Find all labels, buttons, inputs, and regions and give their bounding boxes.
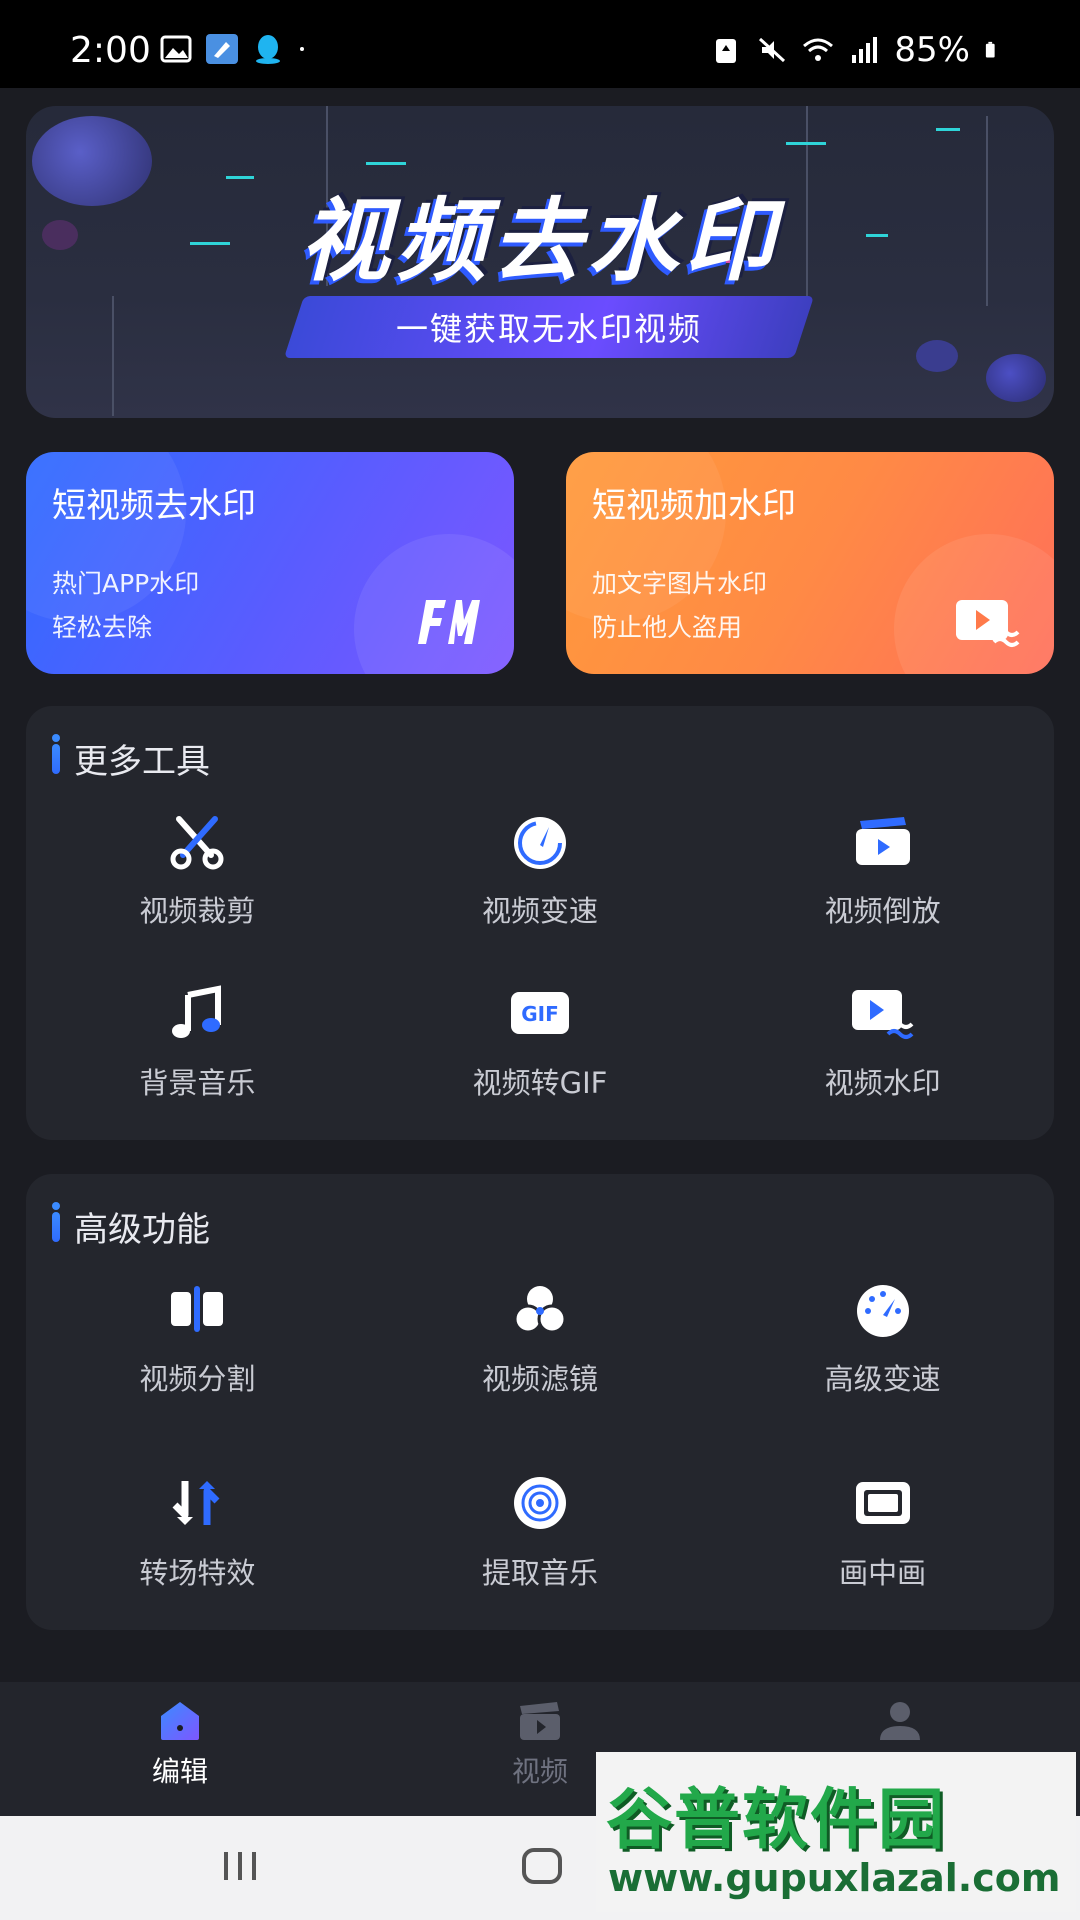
battery-icon xyxy=(985,41,995,58)
tool-label: 视频转GIF xyxy=(472,1066,608,1100)
tool-grid: 视频裁剪 视频变速 视频倒放 背景音乐 GIF 视频转GIF 视频水印 xyxy=(26,806,1054,1150)
tool-video-filter[interactable]: 视频滤镜 xyxy=(369,1274,712,1468)
tool-picture-in-picture[interactable]: 画中画 xyxy=(711,1468,1054,1662)
filter-icon xyxy=(505,1274,575,1344)
section-header: 更多工具 xyxy=(52,733,210,783)
status-bar: 2:00 85% xyxy=(0,0,1080,88)
picture-in-picture-icon xyxy=(848,1468,918,1538)
qq-icon xyxy=(256,35,280,64)
recent-apps-icon[interactable] xyxy=(220,1846,260,1886)
nav-label: 视频 xyxy=(511,1755,568,1788)
section-title: 高级功能 xyxy=(74,1210,210,1250)
banner-dash xyxy=(366,162,406,165)
tool-label: 背景音乐 xyxy=(139,1066,256,1100)
fm-logo-icon xyxy=(418,600,480,644)
banner-line xyxy=(112,296,114,416)
card-desc-line2: 防止他人盗用 xyxy=(592,613,743,642)
banner-dash xyxy=(786,142,826,145)
tool-grid: 视频分割 视频滤镜 高级变速 转场特效 提取音乐 画中画 xyxy=(26,1274,1054,1662)
card-desc-line2: 轻松去除 xyxy=(52,613,153,642)
tool-label: 视频变速 xyxy=(481,894,598,928)
rewind-play-icon xyxy=(848,806,918,876)
tool-video-trim[interactable]: 视频裁剪 xyxy=(26,806,369,978)
status-time: 2:00 xyxy=(70,30,151,71)
home-icon xyxy=(161,1702,199,1740)
tool-label: 画中画 xyxy=(839,1556,927,1590)
tool-label: 视频倒放 xyxy=(824,894,941,928)
site-watermark: 谷普软件园 www.gupuxlazal.com xyxy=(596,1752,1076,1912)
more-tools-section: 更多工具 视频裁剪 视频变速 视频倒放 背景音乐 GIF 视频转GIF 视频水印 xyxy=(26,706,1054,1140)
nav-tab-edit[interactable]: 编辑 xyxy=(100,1700,260,1790)
tool-video-reverse[interactable]: 视频倒放 xyxy=(711,806,1054,978)
banner-dash xyxy=(936,128,960,131)
nav-label: 编辑 xyxy=(151,1755,208,1788)
advanced-section: 高级功能 视频分割 视频滤镜 高级变速 转场特效 提取音乐 画中画 xyxy=(26,1174,1054,1630)
signal-icon xyxy=(852,37,878,63)
banner-subtitle: 一键获取无水印视频 xyxy=(395,310,702,348)
banner-orb xyxy=(986,354,1046,402)
transition-arrows-icon xyxy=(162,1468,232,1538)
music-note-icon xyxy=(162,978,232,1048)
tool-label: 高级变速 xyxy=(824,1362,941,1396)
tool-label: 视频分割 xyxy=(139,1362,256,1396)
notification-icons xyxy=(160,34,314,64)
gif-icon: GIF xyxy=(505,978,575,1048)
gauge-icon xyxy=(848,1274,918,1344)
split-icon xyxy=(162,1274,232,1344)
video-watermark-icon xyxy=(848,978,918,1048)
status-right: 85% xyxy=(710,30,1004,70)
tool-label: 视频滤镜 xyxy=(481,1362,598,1396)
promo-banner[interactable]: 视频去水印 一键获取无水印视频 xyxy=(26,106,1054,418)
card-desc-line1: 加文字图片水印 xyxy=(592,569,768,598)
section-header: 高级功能 xyxy=(52,1201,210,1251)
scissors-icon xyxy=(162,806,232,876)
section-marker xyxy=(52,733,60,774)
speedometer-icon xyxy=(505,806,575,876)
app-screen: 2:00 85% 视频去水印 一键获取无水印视频 短视频去水印 热门APP水印 … xyxy=(0,0,1080,1920)
banner-title: 视频去水印 xyxy=(300,189,780,294)
clapper-icon xyxy=(520,1702,560,1740)
battery-saver-icon xyxy=(716,39,737,63)
svg-text:GIF: GIF xyxy=(521,1002,559,1026)
card-title: 短视频加水印 xyxy=(592,486,796,526)
gallery-icon xyxy=(160,35,192,63)
add-watermark-card[interactable]: 短视频加水印 加文字图片水印 防止他人盗用 xyxy=(566,452,1054,674)
battery-percent: 85% xyxy=(894,30,970,70)
home-button-icon[interactable] xyxy=(520,1846,564,1886)
tool-label: 视频裁剪 xyxy=(139,894,256,928)
tool-video-split[interactable]: 视频分割 xyxy=(26,1274,369,1468)
tool-video-watermark[interactable]: 视频水印 xyxy=(711,978,1054,1150)
card-desc-line1: 热门APP水印 xyxy=(52,569,200,598)
tool-background-music[interactable]: 背景音乐 xyxy=(26,978,369,1150)
user-icon xyxy=(880,1702,920,1740)
tool-label: 视频水印 xyxy=(824,1066,941,1100)
disc-icon xyxy=(505,1468,575,1538)
banner-orb xyxy=(916,340,958,372)
tool-label: 提取音乐 xyxy=(481,1556,598,1590)
card-title: 短视频去水印 xyxy=(52,486,256,526)
clean-icon xyxy=(206,34,238,64)
watermark-url: www.gupuxlazal.com xyxy=(608,1856,1061,1900)
dot-icon xyxy=(300,47,304,51)
watermark-text: 谷普软件园 xyxy=(606,1781,946,1858)
remove-watermark-card[interactable]: 短视频去水印 热门APP水印 轻松去除 xyxy=(26,452,514,674)
video-watermark-icon xyxy=(956,600,1020,647)
section-title: 更多工具 xyxy=(74,742,210,782)
tool-video-speed[interactable]: 视频变速 xyxy=(369,806,712,978)
section-marker xyxy=(52,1201,60,1242)
tool-extract-music[interactable]: 提取音乐 xyxy=(369,1468,712,1662)
tool-advanced-speed[interactable]: 高级变速 xyxy=(711,1274,1054,1468)
tool-label: 转场特效 xyxy=(139,1556,256,1590)
tool-video-to-gif[interactable]: GIF 视频转GIF xyxy=(369,978,712,1150)
tool-transition-effects[interactable]: 转场特效 xyxy=(26,1468,369,1662)
mute-icon xyxy=(759,37,786,63)
wifi-icon xyxy=(803,38,834,61)
